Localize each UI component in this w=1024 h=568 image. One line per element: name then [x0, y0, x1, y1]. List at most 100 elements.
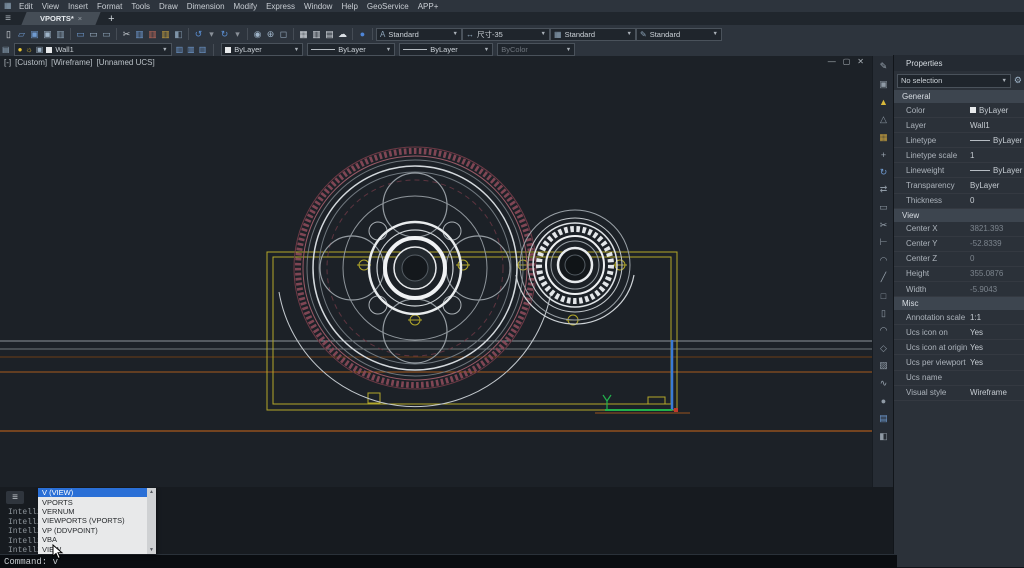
save-icon[interactable]: ▣ [28, 27, 41, 42]
rectangle-icon[interactable]: □ [876, 287, 892, 305]
menu-draw[interactable]: Draw [157, 2, 180, 11]
array-icon[interactable]: ▦ [876, 128, 892, 146]
save-all-icon[interactable]: ▣ [41, 27, 54, 42]
layers-stack-icon[interactable]: ▤ [876, 410, 892, 428]
undo-caret-icon[interactable]: ▾ [205, 27, 218, 42]
arc-icon[interactable]: ◠ [876, 322, 892, 340]
new-tab-button[interactable]: + [108, 13, 114, 25]
zoom-window-icon[interactable]: ◻ [277, 27, 290, 42]
props-value[interactable]: 1:1 [970, 313, 1024, 322]
menu-view[interactable]: View [40, 2, 61, 11]
layer-dropdown[interactable]: ● ☼ ▣ Wall1 ▼ [14, 43, 172, 56]
spline-icon[interactable]: ∿ [876, 375, 892, 393]
move-icon[interactable]: + [876, 146, 892, 164]
dim-style-dropdown[interactable]: ↔ 尺寸-35 ▼ [462, 28, 550, 41]
model-space-icon[interactable]: ▦ [297, 27, 310, 42]
extend-icon[interactable]: ⊢ [876, 234, 892, 252]
drawing-viewport[interactable]: [-][Custom][Wireframe][Unnamed UCS] — ▢ … [0, 56, 872, 487]
props-section-general[interactable]: General [894, 90, 1024, 103]
linetype-dropdown[interactable]: ByLayer ▼ [307, 43, 395, 56]
redo-caret-icon[interactable]: ▾ [231, 27, 244, 42]
paste-icon[interactable]: ▥ [146, 27, 159, 42]
pan-icon[interactable]: ⊕ [264, 27, 277, 42]
props-value[interactable]: 355.0876 [970, 269, 1024, 278]
props-section-view[interactable]: View [894, 209, 1024, 222]
cut-icon[interactable]: ✂ [120, 27, 133, 42]
line-icon[interactable]: ╱ [876, 269, 892, 287]
props-value[interactable]: ByLayer [970, 166, 1024, 175]
menu-dimension[interactable]: Dimension [185, 2, 227, 11]
menu-window[interactable]: Window [302, 2, 334, 11]
props-value[interactable]: 3821.393 [970, 224, 1024, 233]
tab-close-icon[interactable]: × [78, 14, 82, 23]
scroll-up-icon[interactable]: ▲ [149, 488, 154, 496]
props-value[interactable]: Wireframe [970, 388, 1024, 397]
open-file-icon[interactable]: ▱ [15, 27, 28, 42]
trim-icon[interactable]: ✂ [876, 216, 892, 234]
hatch-icon[interactable]: ▨ [876, 357, 892, 375]
menu-insert[interactable]: Insert [66, 2, 90, 11]
paste-special-icon[interactable]: ▥ [159, 27, 172, 42]
sheet-icon[interactable]: ▤ [323, 27, 336, 42]
menu-appplus[interactable]: APP+ [416, 2, 441, 11]
fillet-icon[interactable]: ◠ [876, 252, 892, 270]
menu-hamburger-icon[interactable]: ≡ [0, 12, 16, 25]
autocomplete-item[interactable]: VBA [38, 535, 147, 544]
autocomplete-item[interactable]: VIEWPORTS (VPORTS) [38, 516, 147, 525]
cloud-icon[interactable]: ☁ [336, 27, 349, 42]
layer-freeze-icon[interactable]: ☼ [25, 45, 32, 54]
plot-preview-icon[interactable]: ▭ [87, 27, 100, 42]
quick-select-icon[interactable]: ⚙ [1014, 75, 1022, 86]
stretch-icon[interactable]: ▭ [876, 199, 892, 217]
layer-manager-icon[interactable]: ▤ [2, 45, 10, 54]
image-icon[interactable]: ◧ [876, 427, 892, 445]
command-hamburger-icon[interactable]: ≡ [6, 491, 24, 504]
plot-icon[interactable]: ▭ [74, 27, 87, 42]
layer-tool-icon-1[interactable]: ▥ [176, 45, 184, 54]
scale-icon[interactable]: ⇄ [876, 181, 892, 199]
props-value[interactable]: 1 [970, 151, 1024, 160]
zoom-realtime-icon[interactable]: ◉ [251, 27, 264, 42]
menu-format[interactable]: Format [95, 2, 124, 11]
match-properties-icon[interactable]: ◧ [172, 27, 185, 42]
props-value[interactable]: Yes [970, 343, 1024, 352]
layout-icon[interactable]: ▥ [310, 27, 323, 42]
layer-on-bulb-icon[interactable]: ● [18, 45, 23, 54]
menu-tools[interactable]: Tools [129, 2, 152, 11]
autocomplete-item[interactable]: V (VIEW) [38, 488, 147, 497]
menu-modify[interactable]: Modify [232, 2, 260, 11]
drawing-tab[interactable]: VPORTS* × [24, 12, 98, 25]
autocomplete-item[interactable]: VP (DDVPOINT) [38, 526, 147, 535]
render-icon[interactable]: ● [356, 27, 369, 42]
selection-dropdown[interactable]: No selection ▼ [897, 74, 1011, 88]
table-style-dropdown[interactable]: ▦ Standard ▼ [550, 28, 636, 41]
props-value[interactable]: ByLayer [970, 136, 1024, 145]
props-value[interactable]: Yes [970, 358, 1024, 367]
menu-geoservice[interactable]: GeoService [365, 2, 411, 11]
polygon-icon[interactable]: ◇ [876, 340, 892, 358]
plot-style-dropdown[interactable]: ByColor ▼ [497, 43, 575, 56]
lineweight-dropdown[interactable]: ByLayer ▼ [399, 43, 493, 56]
undo-icon[interactable]: ↺ [192, 27, 205, 42]
autocomplete-item[interactable]: VERNUM [38, 507, 147, 516]
color-dropdown[interactable]: ByLayer ▼ [221, 43, 303, 56]
layer-tool-icon-3[interactable]: ▥ [199, 45, 207, 54]
circle-icon[interactable]: ● [876, 392, 892, 410]
props-value[interactable]: ByLayer [970, 181, 1024, 190]
mleader-style-dropdown[interactable]: ✎ Standard ▼ [636, 28, 722, 41]
publish-icon[interactable]: ▭ [100, 27, 113, 42]
command-window[interactable]: ≡ IntellipaIntellipaIntellipaIntellipaIn… [0, 487, 893, 567]
props-value[interactable]: 0 [970, 254, 1024, 263]
mirror-icon[interactable]: △ [876, 111, 892, 129]
autocomplete-scrollbar[interactable]: ▲ ▼ [147, 488, 156, 554]
edit-pencil-icon[interactable]: ✎ [876, 58, 892, 76]
rotate-icon[interactable]: ↻ [876, 164, 892, 182]
copy-clip-icon[interactable]: ▥ [133, 27, 146, 42]
props-value[interactable]: -5.9043 [970, 285, 1024, 294]
props-value[interactable]: -52.8339 [970, 239, 1024, 248]
text-style-dropdown[interactable]: A Standard ▼ [376, 28, 462, 41]
layer-tool-icon-2[interactable]: ▥ [187, 45, 195, 54]
scroll-down-icon[interactable]: ▼ [149, 546, 154, 554]
menu-help[interactable]: Help [339, 2, 359, 11]
solid-triangle-icon[interactable]: ▲ [876, 93, 892, 111]
